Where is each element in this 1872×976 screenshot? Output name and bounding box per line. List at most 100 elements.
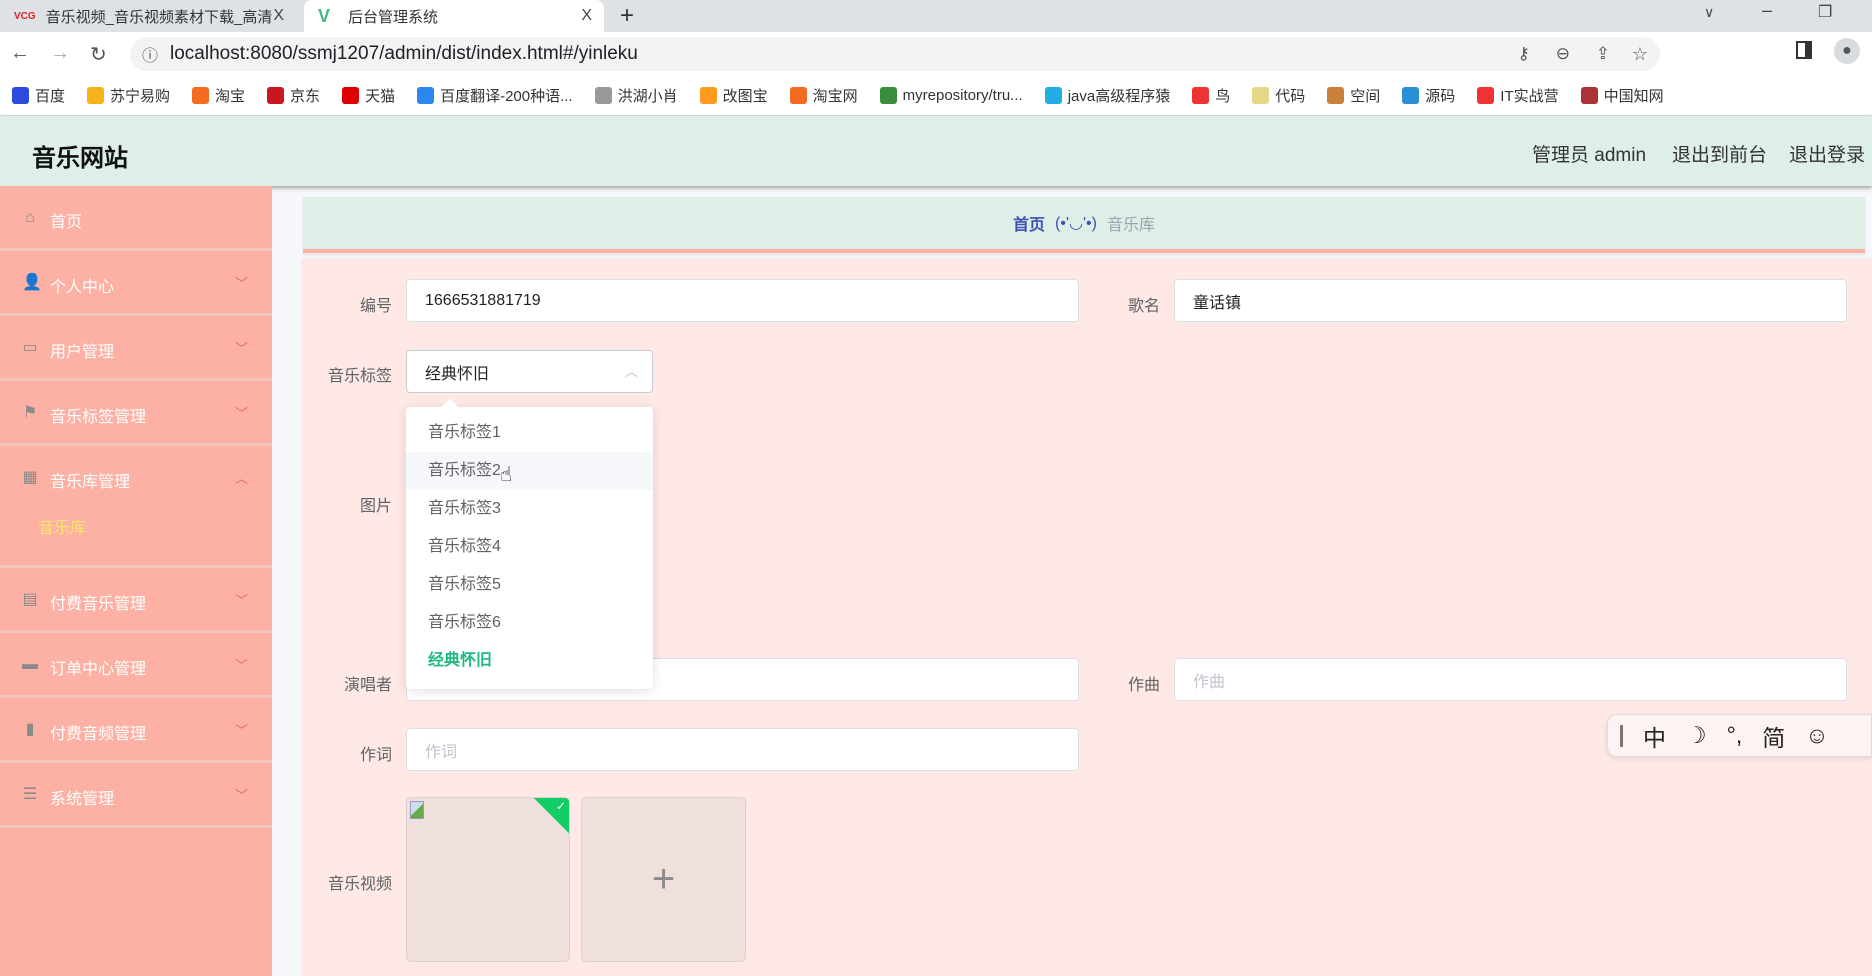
sidebar-item[interactable]: 👤 个人中心 ﹀ xyxy=(0,251,272,316)
simplified-button[interactable]: 简 xyxy=(1762,719,1785,753)
chevron-up-icon: ︿ xyxy=(624,364,638,379)
bookmark-label: 百度翻译-200种语... xyxy=(440,88,573,105)
id-label: 编号 xyxy=(359,298,392,315)
bookmark-favicon-icon xyxy=(1252,87,1270,104)
restore-icon[interactable]: ❐ xyxy=(1818,2,1832,22)
lyricist-input[interactable]: 作词 xyxy=(406,728,1079,771)
moon-icon[interactable]: ☽ xyxy=(1686,722,1707,749)
bookmark-favicon-icon xyxy=(87,87,105,104)
uploaded-video-card[interactable]: ✓ xyxy=(406,797,570,962)
tag-option[interactable]: 音乐标签5 xyxy=(406,566,653,604)
punctuation-button[interactable]: °, xyxy=(1727,722,1743,749)
bookmark-item[interactable]: 源码 xyxy=(1402,85,1455,106)
browser-tab-active[interactable]: V 后台管理系统 X xyxy=(304,0,604,32)
bookmark-item[interactable]: IT实战营 xyxy=(1477,85,1559,106)
bookmark-favicon-icon xyxy=(12,87,29,104)
back-to-front-link[interactable]: 退出到前台 xyxy=(1672,140,1767,167)
bookmark-item[interactable]: 洪湖小肖 xyxy=(594,85,678,106)
bookmark-label: myrepository/tru... xyxy=(902,87,1023,104)
sidebar-item[interactable]: ⚑ 音乐标签管理 ﹀ xyxy=(0,381,272,446)
profile-icon[interactable]: ● xyxy=(1834,38,1860,64)
lyricist-label: 作词 xyxy=(359,747,392,764)
chevron-down-icon: ﹀ xyxy=(234,341,248,356)
sidebar: ⌂ 首页 👤 个人中心 ﹀ ▭ 用户管理 ﹀ ⚑ 音乐标签管理 ﹀ ▦ 音乐库管理 ︿ 音乐库 ▤ 付费音乐管理… xyxy=(0,186,272,976)
key-icon[interactable]: ⚷ xyxy=(1518,44,1530,64)
id-input[interactable]: 1666531881719 xyxy=(406,279,1079,322)
new-tab-button[interactable]: + xyxy=(620,2,634,30)
url-input[interactable]: ⓘ localhost:8080/ssmj1207/admin/dist/ind… xyxy=(130,37,1660,71)
browser-tab[interactable]: VCG 音乐视频_音乐视频素材下载_高清 X xyxy=(0,0,296,32)
sidebar-item[interactable]: ▤ 付费音乐管理 ﹀ xyxy=(0,568,272,633)
hand-cursor-icon: ☝ xyxy=(500,464,513,486)
tag-option[interactable]: 音乐标签1 xyxy=(406,414,653,452)
bookmark-item[interactable]: 鸟 xyxy=(1192,85,1230,106)
composer-input[interactable]: 作曲 xyxy=(1174,658,1847,701)
bookmark-item[interactable]: 百度 xyxy=(12,85,65,106)
bookmark-label: 苏宁易购 xyxy=(110,88,171,105)
info-icon[interactable]: ⓘ xyxy=(142,42,158,66)
ime-toolbar: 中 ☽ °, 简 ☺ xyxy=(1607,714,1872,757)
bookmark-item[interactable]: 代码 xyxy=(1252,85,1305,106)
bookmark-item[interactable]: 京东 xyxy=(267,85,320,106)
bookmark-item[interactable]: 天猫 xyxy=(342,85,395,106)
bookmark-label: 淘宝网 xyxy=(812,88,858,105)
sidebar-item[interactable]: ▮ 付费音频管理 ﹀ xyxy=(0,698,272,763)
tag-option[interactable]: 音乐标签6 xyxy=(406,604,653,642)
breadcrumb-separator: (•'◡'•) xyxy=(1055,215,1097,232)
tag-option[interactable]: 音乐标签4 xyxy=(406,528,653,566)
bookmark-item[interactable]: 空间 xyxy=(1327,85,1380,106)
bookmark-item[interactable]: 中国知网 xyxy=(1580,85,1664,106)
bookmark-label: 洪湖小肖 xyxy=(617,88,678,105)
sidebar-item-icon: ▤ xyxy=(22,591,38,608)
sidebar-subitem-active[interactable]: 音乐库 xyxy=(38,514,86,538)
app-header: 音乐网站 管理员 admin 退出到前台 退出登录 xyxy=(0,116,1872,186)
tab-search-chevron-icon[interactable]: ∨ xyxy=(1704,4,1714,21)
ime-mode-button[interactable]: 中 xyxy=(1643,719,1666,753)
chevron-down-icon: ﹀ xyxy=(234,593,248,608)
breadcrumb-home[interactable]: 首页 xyxy=(1013,211,1045,235)
bookmark-item[interactable]: 百度翻译-200种语... xyxy=(417,85,573,106)
tab-close-icon[interactable]: X xyxy=(581,7,592,25)
side-panel-icon[interactable] xyxy=(1796,41,1812,59)
bookmark-item[interactable]: myrepository/tru... xyxy=(879,87,1023,104)
sidebar-item-icon: ☰ xyxy=(22,786,38,803)
sidebar-item-icon: ▬ xyxy=(22,656,38,673)
bookmark-item[interactable]: java高级程序猿 xyxy=(1044,85,1170,106)
share-icon[interactable]: ⇪ xyxy=(1596,44,1610,64)
sidebar-item-icon: ⌂ xyxy=(25,209,35,226)
star-icon[interactable]: ☆ xyxy=(1632,44,1648,65)
name-label: 歌名 xyxy=(1127,298,1160,315)
tag-option[interactable]: 音乐标签2 xyxy=(406,452,653,490)
song-name-input[interactable]: 童话镇 xyxy=(1174,279,1847,322)
tag-select-value: 经典怀旧 xyxy=(425,365,490,383)
tag-option[interactable]: 音乐标签3 xyxy=(406,490,653,528)
bookmark-favicon-icon xyxy=(417,87,435,104)
sidebar-item[interactable]: ▭ 用户管理 ﹀ xyxy=(0,316,272,381)
upload-add-button[interactable]: + xyxy=(581,797,746,962)
broken-image-icon xyxy=(410,801,424,819)
sidebar-item-icon: ▮ xyxy=(25,721,35,738)
reload-icon[interactable]: ↻ xyxy=(90,42,107,67)
bookmark-item[interactable]: 苏宁易购 xyxy=(87,85,170,106)
bookmark-item[interactable]: 淘宝 xyxy=(192,85,245,106)
tag-select[interactable]: 经典怀旧 ︿ xyxy=(406,350,653,393)
tag-option[interactable]: 经典怀旧 xyxy=(406,642,653,680)
forward-icon[interactable]: → xyxy=(50,42,70,65)
bookmark-item[interactable]: 淘宝网 xyxy=(789,85,858,106)
ime-handle[interactable] xyxy=(1620,724,1623,747)
emoji-icon[interactable]: ☺ xyxy=(1805,722,1828,749)
bookmark-item[interactable]: 改图宝 xyxy=(699,85,768,106)
tab-close-icon[interactable]: X xyxy=(273,7,284,25)
bookmark-label: 代码 xyxy=(1275,88,1306,105)
back-icon[interactable]: ← xyxy=(10,42,30,65)
logout-link[interactable]: 退出登录 xyxy=(1789,140,1865,167)
sidebar-item[interactable]: ⌂ 首页 xyxy=(0,186,272,251)
sidebar-item-icon: ⚑ xyxy=(22,404,38,421)
sidebar-item[interactable]: ☰ 系统管理 ﹀ xyxy=(0,763,272,828)
sidebar-item[interactable]: ▦ 音乐库管理 ︿ 音乐库 xyxy=(0,446,272,568)
zoom-icon[interactable]: ⊖ xyxy=(1556,44,1570,64)
sidebar-item[interactable]: ▬ 订单中心管理 ﹀ xyxy=(0,633,272,698)
bookmark-favicon-icon xyxy=(699,87,717,104)
image-label: 图片 xyxy=(359,498,392,515)
minimize-icon[interactable]: – xyxy=(1762,0,1772,21)
